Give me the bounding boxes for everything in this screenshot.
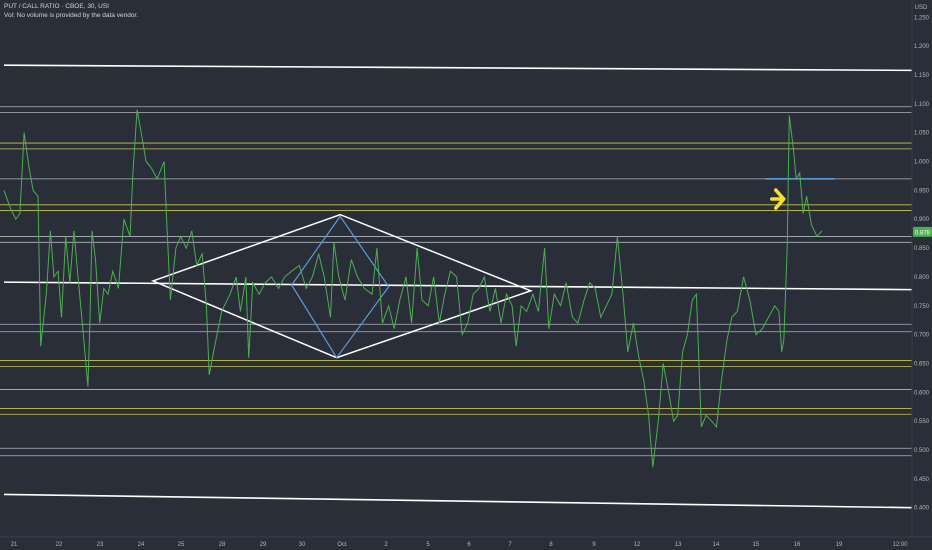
- y-tick-label: 1.100: [914, 102, 930, 108]
- x-tick-label: 7: [508, 542, 512, 548]
- y-tick-label: 0.700: [914, 333, 930, 339]
- y-tick-label: 1.150: [914, 73, 930, 79]
- x-tick-label: 9: [592, 542, 596, 548]
- y-tick-label: 1.250: [914, 15, 930, 21]
- white-trend-line: [3, 64, 913, 72]
- x-tick-label: 16: [794, 542, 801, 548]
- horizontal-levels: [0, 64, 913, 509]
- y-axis-currency: USD: [915, 5, 928, 11]
- last-price-badge-group: 0.878: [913, 226, 932, 237]
- y-tick-label: 0.550: [914, 419, 930, 425]
- arrow-icon: [770, 188, 786, 210]
- y-tick-label: 1.200: [914, 44, 930, 50]
- y-tick-label: 0.800: [914, 275, 930, 281]
- y-tick-label: 0.750: [914, 304, 930, 310]
- x-tick-label: 5: [426, 542, 430, 548]
- x-tick-label: 8: [549, 542, 553, 548]
- white-trend-line: [3, 493, 913, 509]
- volume-note: Vol: No volume is provided by the data v…: [4, 12, 139, 19]
- x-tick-label: 21: [11, 542, 18, 548]
- y-tick-label: 0.950: [914, 188, 930, 194]
- x-tick-label: 19: [836, 542, 843, 548]
- chart-drawings: [150, 178, 835, 359]
- x-tick-label: Oct: [337, 542, 347, 548]
- x-tick-label: 30: [299, 542, 306, 548]
- x-tick-label: 25: [178, 542, 185, 548]
- x-tick-label: 23: [97, 542, 104, 548]
- y-tick-label: 0.450: [914, 477, 930, 483]
- chart-title: PUT / CALL RATIO · CBOE, 30, USI: [4, 3, 109, 10]
- y-tick-label: 0.900: [914, 217, 930, 223]
- x-tick-label: 14: [713, 542, 720, 548]
- y-tick-label: 0.500: [914, 448, 930, 454]
- x-tick-label: 2: [384, 542, 388, 548]
- x-axis: 21 22 23 24 25 28 29 30 Oct 2 5 6 7 8 9 12 13 14 15 16 19 12:…: [0, 536, 932, 548]
- y-tick-label: 1.050: [914, 131, 930, 137]
- y-tick-label: 0.600: [914, 390, 930, 396]
- y-tick-label: 0.850: [914, 246, 930, 252]
- x-tick-label: 13: [675, 542, 682, 548]
- y-tick-label: 0.650: [914, 361, 930, 367]
- y-tick-label: 1.000: [914, 160, 930, 166]
- chart-canvas[interactable]: USD 1.250 1.200 1.150 1.100 1.050 1.000 0.950 0.…: [0, 0, 932, 550]
- last-price-label: 0.878: [915, 230, 931, 236]
- x-tick-label: 15: [753, 542, 760, 548]
- y-tick-label: 0.400: [914, 506, 930, 512]
- x-tick-label: 22: [56, 542, 63, 548]
- x-tick-label: 6: [467, 542, 471, 548]
- x-tick-label: 28: [219, 542, 226, 548]
- x-tick-label: 24: [138, 542, 145, 548]
- x-tick-label: 12: [634, 542, 641, 548]
- x-tick-label: 12:00: [892, 542, 908, 548]
- x-tick-label: 29: [260, 542, 267, 548]
- y-axis: USD 1.250 1.200 1.150 1.100 1.050 1.000 0.950 0.…: [911, 0, 930, 537]
